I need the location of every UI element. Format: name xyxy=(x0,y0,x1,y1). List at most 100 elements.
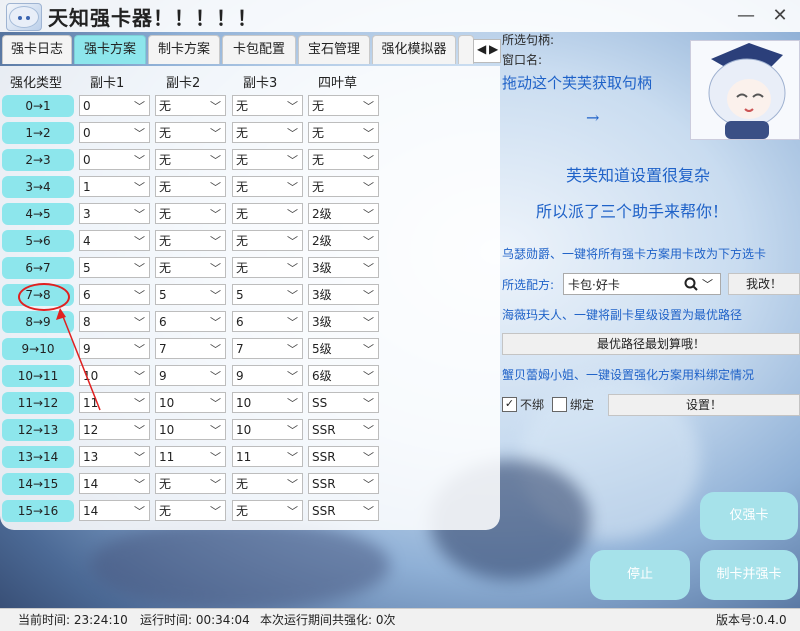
sub-card-2-select[interactable]: 无 ﹀ xyxy=(155,203,226,224)
sub-card-1-select[interactable]: 4 ﹀ xyxy=(79,230,150,251)
sub-card-2-select[interactable]: 10 ﹀ xyxy=(155,392,226,413)
minimize-button[interactable]: — xyxy=(734,4,758,28)
sub-card-2-select[interactable]: 无 ﹀ xyxy=(155,122,226,143)
bound-label: 绑定 xyxy=(570,398,595,412)
sub-card-1-select[interactable]: 14 ﹀ xyxy=(79,473,150,494)
chevron-down-icon: ﹀ xyxy=(210,370,221,383)
sub-card-2-select[interactable]: 10 ﹀ xyxy=(155,419,226,440)
clover-select[interactable]: SSR ﹀ xyxy=(308,473,379,494)
sub-card-1-select[interactable]: 5 ﹀ xyxy=(79,257,150,278)
tab-simulator[interactable]: 强化模拟器 xyxy=(372,35,456,64)
tab-pack-config[interactable]: 卡包配置 xyxy=(222,35,296,64)
chevron-right-icon[interactable]: ▶ xyxy=(489,42,498,56)
sub-card-3-select[interactable]: 无 ﹀ xyxy=(232,257,303,278)
sub-card-3-select[interactable]: 10 ﹀ xyxy=(232,392,303,413)
recipe-select[interactable]: 卡包·好卡 ﹀ xyxy=(563,273,721,295)
sub-card-3-select[interactable]: 无 ﹀ xyxy=(232,95,303,116)
bound-checkbox[interactable] xyxy=(552,397,567,412)
sub-card-1-select[interactable]: 0 ﹀ xyxy=(79,95,150,116)
setup-button[interactable]: 设置！ xyxy=(608,394,800,416)
sub-card-3-select[interactable]: 无 ﹀ xyxy=(232,149,303,170)
tab-make-plan[interactable]: 制卡方案 xyxy=(148,35,220,64)
sub-card-1-select[interactable]: 9 ﹀ xyxy=(79,338,150,359)
sub-card-3-select[interactable]: 无 ﹀ xyxy=(232,230,303,251)
sub-card-2-select[interactable]: 7 ﹀ xyxy=(155,338,226,359)
select-value: 10 xyxy=(159,396,175,410)
chevron-down-icon: ﹀ xyxy=(363,235,374,248)
unbound-checkbox[interactable]: ✓ xyxy=(502,397,517,412)
sub-card-3-select[interactable]: 6 ﹀ xyxy=(232,311,303,332)
sub-card-3-select[interactable]: 无 ﹀ xyxy=(232,500,303,521)
sub-card-1-select[interactable]: 10 ﹀ xyxy=(79,365,150,386)
sub-card-3-select[interactable]: 无 ﹀ xyxy=(232,122,303,143)
chevron-left-icon[interactable]: ◀ xyxy=(477,42,486,56)
optimal-path-button[interactable]: 最优路径最划算哦！ xyxy=(502,333,800,355)
sub-card-2-select[interactable]: 无 ﹀ xyxy=(155,257,226,278)
sub-card-3-select[interactable]: 无 ﹀ xyxy=(232,176,303,197)
select-value: 11 xyxy=(83,396,99,410)
sub-card-2-select[interactable]: 9 ﹀ xyxy=(155,365,226,386)
clover-select[interactable]: 5级 ﹀ xyxy=(308,338,379,359)
assistant-2-desc: 海薇玛夫人、一键将副卡星级设置为最优路径 xyxy=(502,308,743,322)
clover-select[interactable]: 无 ﹀ xyxy=(308,176,379,197)
chevron-down-icon: ﹀ xyxy=(363,424,374,437)
make-and-enhance-button[interactable]: 制卡并强卡 xyxy=(700,550,798,600)
sub-card-2-select[interactable]: 6 ﹀ xyxy=(155,311,226,332)
sub-card-3-select[interactable]: 5 ﹀ xyxy=(232,284,303,305)
clover-select[interactable]: 无 ﹀ xyxy=(308,149,379,170)
select-value: 无 xyxy=(159,504,172,518)
chevron-down-icon: ﹀ xyxy=(134,343,145,356)
header-sub-card-1: 副卡1 xyxy=(90,76,125,91)
sub-card-2-select[interactable]: 无 ﹀ xyxy=(155,149,226,170)
sub-card-2-select[interactable]: 无 ﹀ xyxy=(155,230,226,251)
clover-select[interactable]: SSR ﹀ xyxy=(308,446,379,467)
select-value: 5 xyxy=(83,261,91,275)
sub-card-3-select[interactable]: 10 ﹀ xyxy=(232,419,303,440)
drag-handle-avatar[interactable] xyxy=(690,40,800,140)
sub-card-1-select[interactable]: 0 ﹀ xyxy=(79,149,150,170)
sub-card-2-select[interactable]: 无 ﹀ xyxy=(155,473,226,494)
chevron-down-icon: ﹀ xyxy=(210,181,221,194)
sub-card-3-select[interactable]: 11 ﹀ xyxy=(232,446,303,467)
search-icon xyxy=(684,277,698,291)
sub-card-2-select[interactable]: 无 ﹀ xyxy=(155,95,226,116)
sub-card-1-select[interactable]: 12 ﹀ xyxy=(79,419,150,440)
tab-enhance-log[interactable]: 强卡日志 xyxy=(2,35,72,64)
sub-card-1-select[interactable]: 14 ﹀ xyxy=(79,500,150,521)
select-value: 0 xyxy=(83,153,91,167)
clover-select[interactable]: SSR ﹀ xyxy=(308,419,379,440)
clover-select[interactable]: 2级 ﹀ xyxy=(308,230,379,251)
clover-select[interactable]: 3级 ﹀ xyxy=(308,257,379,278)
sub-card-3-select[interactable]: 7 ﹀ xyxy=(232,338,303,359)
sub-card-1-select[interactable]: 0 ﹀ xyxy=(79,122,150,143)
clover-select[interactable]: SS ﹀ xyxy=(308,392,379,413)
clover-select[interactable]: 6级 ﹀ xyxy=(308,365,379,386)
tab-enhance-plan[interactable]: 强卡方案 xyxy=(74,35,146,64)
clover-select[interactable]: SSR ﹀ xyxy=(308,500,379,521)
sub-card-1-select[interactable]: 1 ﹀ xyxy=(79,176,150,197)
clover-select[interactable]: 3级 ﹀ xyxy=(308,311,379,332)
sub-card-2-select[interactable]: 无 ﹀ xyxy=(155,176,226,197)
sub-card-1-select[interactable]: 3 ﹀ xyxy=(79,203,150,224)
sub-card-3-select[interactable]: 无 ﹀ xyxy=(232,203,303,224)
chevron-down-icon: ﹀ xyxy=(134,505,145,518)
close-button[interactable]: ✕ xyxy=(768,4,792,28)
sub-card-1-select[interactable]: 8 ﹀ xyxy=(79,311,150,332)
sub-card-2-select[interactable]: 11 ﹀ xyxy=(155,446,226,467)
clover-select[interactable]: 无 ﹀ xyxy=(308,122,379,143)
enhance-only-button[interactable]: 仅强卡 xyxy=(700,492,798,540)
sub-card-2-select[interactable]: 无 ﹀ xyxy=(155,500,226,521)
sub-card-1-select[interactable]: 6 ﹀ xyxy=(79,284,150,305)
tab-gem-manage[interactable]: 宝石管理 xyxy=(298,35,370,64)
sub-card-2-select[interactable]: 5 ﹀ xyxy=(155,284,226,305)
stop-button[interactable]: 停止 xyxy=(590,550,690,600)
clover-select[interactable]: 2级 ﹀ xyxy=(308,203,379,224)
change-button[interactable]: 我改！ xyxy=(728,273,800,295)
sub-card-1-select[interactable]: 13 ﹀ xyxy=(79,446,150,467)
sub-card-1-select[interactable]: 11 ﹀ xyxy=(79,392,150,413)
clover-select[interactable]: 无 ﹀ xyxy=(308,95,379,116)
sub-card-3-select[interactable]: 9 ﹀ xyxy=(232,365,303,386)
clover-select[interactable]: 3级 ﹀ xyxy=(308,284,379,305)
sub-card-3-select[interactable]: 无 ﹀ xyxy=(232,473,303,494)
recipe-label: 所选配方: xyxy=(502,278,555,292)
